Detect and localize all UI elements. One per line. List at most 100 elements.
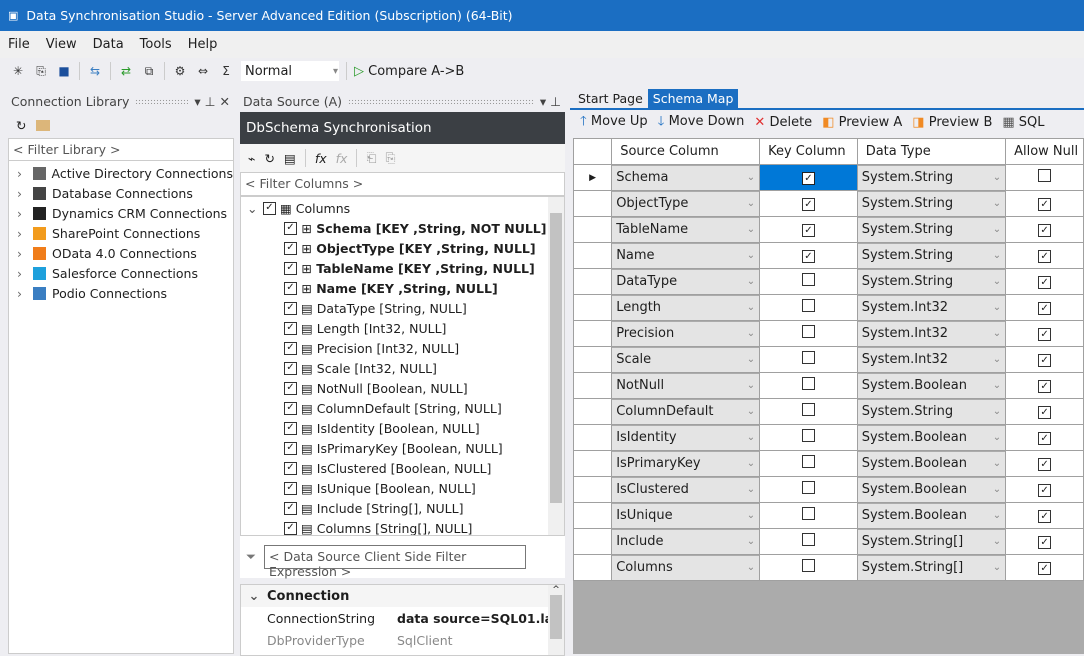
chevron-down-icon[interactable]: ⌄ xyxy=(747,484,755,495)
table-row[interactable]: TableName ⌄ ✓ System.String ⌄ ✓ xyxy=(573,216,1084,243)
source-column-cell[interactable]: Length ⌄ xyxy=(611,294,761,321)
expand-icon[interactable]: › xyxy=(17,186,33,201)
property-value[interactable]: data source=SQL01.lab.s xyxy=(397,611,549,626)
data-type-cell[interactable]: System.Int32 ⌄ xyxy=(856,320,1007,347)
column-item[interactable]: ✓ ▤ IsClustered [Boolean, NULL] xyxy=(241,458,564,478)
preview-icon[interactable]: ⎗ xyxy=(366,150,376,166)
chevron-down-icon[interactable]: ⌄ xyxy=(747,250,755,261)
menu-help[interactable]: Help xyxy=(188,37,218,52)
row-header[interactable] xyxy=(573,190,613,217)
library-item[interactable]: › SharePoint Connections xyxy=(9,223,233,243)
row-header[interactable] xyxy=(573,528,613,555)
column-header[interactable]: Allow Null xyxy=(1005,138,1084,165)
checkbox[interactable] xyxy=(801,325,815,338)
source-column-cell[interactable]: Name ⌄ xyxy=(611,242,761,269)
refresh-icon[interactable]: ↻ xyxy=(16,118,26,133)
data-type-cell[interactable]: System.Boolean ⌄ xyxy=(856,372,1007,399)
checkbox[interactable]: ✓ xyxy=(284,461,297,475)
source-column-cell[interactable]: Columns ⌄ xyxy=(611,554,761,581)
menu-view[interactable]: View xyxy=(46,37,77,52)
save-icon[interactable]: ■ xyxy=(56,63,72,79)
chevron-down-icon[interactable]: ⌄ xyxy=(747,302,755,313)
checkbox[interactable]: ✓ xyxy=(284,221,297,235)
library-item[interactable]: › Active Directory Connections xyxy=(9,163,233,183)
table-row[interactable]: IsUnique ⌄ System.Boolean ⌄ ✓ xyxy=(573,502,1084,529)
column-item[interactable]: ✓ ▤ Scale [Int32, NULL] xyxy=(241,358,564,378)
chevron-down-icon[interactable]: ⌄ xyxy=(993,276,1001,287)
checkbox[interactable] xyxy=(801,559,815,572)
row-header[interactable] xyxy=(573,268,613,295)
checkbox[interactable]: ✓ xyxy=(284,381,297,395)
data-type-cell[interactable]: System.String[] ⌄ xyxy=(856,528,1007,555)
source-column-cell[interactable]: Include ⌄ xyxy=(611,528,761,555)
chevron-down-icon[interactable]: ⌄ xyxy=(747,328,755,339)
checkbox[interactable]: ✓ xyxy=(284,241,297,255)
table-row[interactable]: NotNull ⌄ System.Boolean ⌄ ✓ xyxy=(573,372,1084,399)
compare-button[interactable]: ▷ Compare A->B xyxy=(354,64,464,79)
chevron-down-icon[interactable]: ⌄ xyxy=(747,224,755,235)
library-item[interactable]: › OData 4.0 Connections xyxy=(9,243,233,263)
chevron-down-icon[interactable]: ⌄ xyxy=(747,354,755,365)
checkbox[interactable] xyxy=(801,429,815,442)
checkbox[interactable] xyxy=(801,351,815,364)
source-column-cell[interactable]: ObjectType ⌄ xyxy=(611,190,761,217)
chevron-down-icon[interactable]: ⌄ xyxy=(993,250,1001,261)
checkbox[interactable]: ✓ xyxy=(1038,510,1052,524)
data-type-cell[interactable]: System.Boolean ⌄ xyxy=(856,450,1007,477)
table-row[interactable]: Precision ⌄ System.Int32 ⌄ ✓ xyxy=(573,320,1084,347)
source-column-cell[interactable]: ColumnDefault ⌄ xyxy=(611,398,761,425)
map-icon[interactable]: ⇔ xyxy=(195,63,211,79)
pin-icon[interactable]: ⊥ xyxy=(205,94,216,109)
plug-icon[interactable]: ⌁ xyxy=(248,151,256,166)
scrollbar[interactable] xyxy=(548,197,564,535)
table-row[interactable]: Columns ⌄ System.String[] ⌄ ✓ xyxy=(573,554,1084,581)
row-header[interactable]: ▶ xyxy=(573,164,613,191)
chevron-down-icon[interactable]: ⌄ xyxy=(747,198,755,209)
chevron-down-icon[interactable]: ⌄ xyxy=(747,458,755,469)
checkbox[interactable]: ✓ xyxy=(1038,536,1052,550)
checkbox[interactable]: ✓ xyxy=(1038,276,1052,290)
dropdown-icon[interactable]: ▾ xyxy=(194,94,200,109)
deploy-icon[interactable]: ⇆ xyxy=(87,63,103,79)
chevron-down-icon[interactable]: ⌄ xyxy=(747,536,755,547)
checkbox[interactable] xyxy=(801,507,815,520)
checkbox[interactable]: ✓ xyxy=(1038,250,1052,264)
function-icon[interactable]: Σ xyxy=(218,63,234,79)
table-row[interactable]: Name ⌄ ✓ System.String ⌄ ✓ xyxy=(573,242,1084,269)
data-type-cell[interactable]: System.Int32 ⌄ xyxy=(856,294,1007,321)
checkbox[interactable]: ✓ xyxy=(284,401,297,415)
checkbox[interactable]: ✓ xyxy=(1038,354,1052,368)
chevron-down-icon[interactable]: ⌄ xyxy=(993,484,1001,495)
data-type-cell[interactable]: System.String ⌄ xyxy=(856,398,1007,425)
chevron-down-icon[interactable]: ⌄ xyxy=(747,406,755,417)
chevron-down-icon[interactable]: ⌄ xyxy=(747,380,755,391)
chevron-down-icon[interactable]: ⌄ xyxy=(993,354,1001,365)
menu-tools[interactable]: Tools xyxy=(140,37,172,52)
chevron-down-icon[interactable]: ⌄ xyxy=(993,432,1001,443)
open-icon[interactable]: ⎘ xyxy=(33,63,49,79)
chevron-down-icon[interactable]: ⌄ xyxy=(747,432,755,443)
data-type-cell[interactable]: System.String ⌄ xyxy=(856,242,1007,269)
column-item[interactable]: ✓ ⊞ Schema [KEY ,String, NOT NULL] xyxy=(241,218,564,238)
sql-button[interactable]: ▦ SQL xyxy=(1002,115,1044,130)
source-column-cell[interactable]: IsClustered ⌄ xyxy=(611,476,761,503)
table-row[interactable]: DataType ⌄ System.String ⌄ ✓ xyxy=(573,268,1084,295)
checkbox[interactable]: ✓ xyxy=(284,341,297,355)
chevron-down-icon[interactable]: ⌄ xyxy=(747,276,755,287)
client-filter-input[interactable]: < Data Source Client Side Filter Express… xyxy=(264,545,527,579)
dropdown-icon[interactable]: ▾ xyxy=(540,94,546,109)
schema-icon[interactable]: ▤ xyxy=(284,151,296,166)
property-value[interactable]: SqlClient xyxy=(397,633,453,648)
source-column-cell[interactable]: IsPrimaryKey ⌄ xyxy=(611,450,761,477)
chevron-down-icon[interactable]: ⌄ xyxy=(993,328,1001,339)
row-header[interactable] xyxy=(573,554,613,581)
source-column-cell[interactable]: Schema ⌄ xyxy=(611,164,761,191)
column-item[interactable]: ✓ ▤ Length [Int32, NULL] xyxy=(241,318,564,338)
expand-icon[interactable]: › xyxy=(17,266,33,281)
column-header[interactable]: Data Type xyxy=(856,138,1007,165)
checkbox[interactable] xyxy=(801,533,815,546)
source-column-cell[interactable]: IsIdentity ⌄ xyxy=(611,424,761,451)
checkbox[interactable]: ✓ xyxy=(284,261,297,275)
row-header[interactable] xyxy=(573,424,613,451)
source-column-cell[interactable]: Scale ⌄ xyxy=(611,346,761,373)
